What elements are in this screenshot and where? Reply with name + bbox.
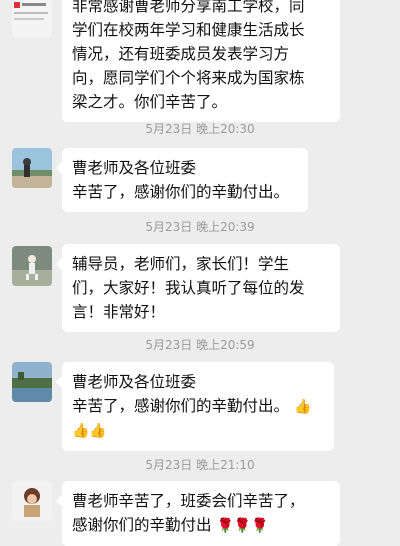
- message-bubble[interactable]: 曹老师及各位班委 辛苦了，感谢你们的辛勤付出。 👍 👍👍: [56, 362, 334, 451]
- avatar-image: [12, 148, 52, 188]
- avatar[interactable]: [12, 148, 52, 188]
- message-text-line: 曹老师及各位班委: [72, 370, 324, 394]
- message-text-line: 学们在校两年学习和健康生活成长: [72, 21, 305, 39]
- avatar[interactable]: [12, 481, 52, 521]
- chat-message-list[interactable]: 非常感谢曹老师分享南工学校，同 学们在校两年学习和健康生活成长 情况，还有班委成…: [0, 0, 400, 546]
- message-text-line: 辛苦了，感谢你们的辛勤付出。 👍: [72, 394, 324, 419]
- timestamp: 5月23日 晚上20:39: [145, 220, 255, 234]
- message-text-line: 曹老师及各位班委: [72, 159, 197, 177]
- thumbs-up-icon: 👍: [293, 399, 312, 415]
- thumbs-up-icon: 👍👍: [72, 423, 107, 439]
- message-text: 感谢你们的辛勤付出: [72, 516, 212, 534]
- message-text-line: 辅导员，老师们，家长们！学生: [72, 255, 290, 273]
- message-bubble[interactable]: 辅导员，老师们，家长们！学生 们，大家好！我认真听了每位的发 言！非常好！: [56, 244, 340, 332]
- timestamp: 5月23日 晚上21:10: [145, 458, 255, 472]
- message-text-line: 非常感谢曹老师分享南工学校，同: [72, 0, 305, 15]
- message-bubble[interactable]: 曹老师及各位班委 辛苦了，感谢你们的辛勤付出。: [56, 148, 308, 212]
- avatar[interactable]: [12, 246, 52, 286]
- message-text-line: 感谢你们的辛勤付出 🌹🌹🌹: [72, 513, 330, 538]
- avatar[interactable]: [12, 0, 52, 38]
- message-text: 曹老师及各位班委: [72, 373, 197, 391]
- avatar-image: [12, 246, 52, 286]
- message-text-line: 向，愿同学们个个将来成为国家栋: [72, 69, 305, 87]
- timestamp: 5月23日 晚上20:59: [145, 338, 255, 352]
- message-text: 辛苦了，感谢你们的辛勤付出。: [72, 397, 290, 415]
- message-text-line: 辛苦了，感谢你们的辛勤付出。: [72, 183, 290, 201]
- message-text-line: 情况，还有班委成员发表学习方: [72, 45, 290, 63]
- message-text-line: 言！非常好！: [72, 303, 166, 321]
- avatar-image: [12, 362, 52, 402]
- avatar[interactable]: [12, 362, 52, 402]
- rose-icon: 🌹🌹🌹: [216, 518, 269, 534]
- avatar-image: [12, 481, 52, 521]
- message-text-line: 曹老师辛苦了，班委会们辛苦了，: [72, 492, 305, 510]
- message-bubble[interactable]: 非常感谢曹老师分享南工学校，同 学们在校两年学习和健康生活成长 情况，还有班委成…: [62, 0, 340, 122]
- timestamp: 5月23日 晚上20:30: [145, 122, 255, 136]
- message-text-line: 梁之才。你们辛苦了。: [72, 93, 228, 111]
- avatar-image: [12, 0, 52, 38]
- message-bubble[interactable]: 曹老师辛苦了，班委会们辛苦了， 感谢你们的辛勤付出 🌹🌹🌹: [56, 481, 340, 546]
- message-text-line: 们，大家好！我认真听了每位的发: [72, 279, 305, 297]
